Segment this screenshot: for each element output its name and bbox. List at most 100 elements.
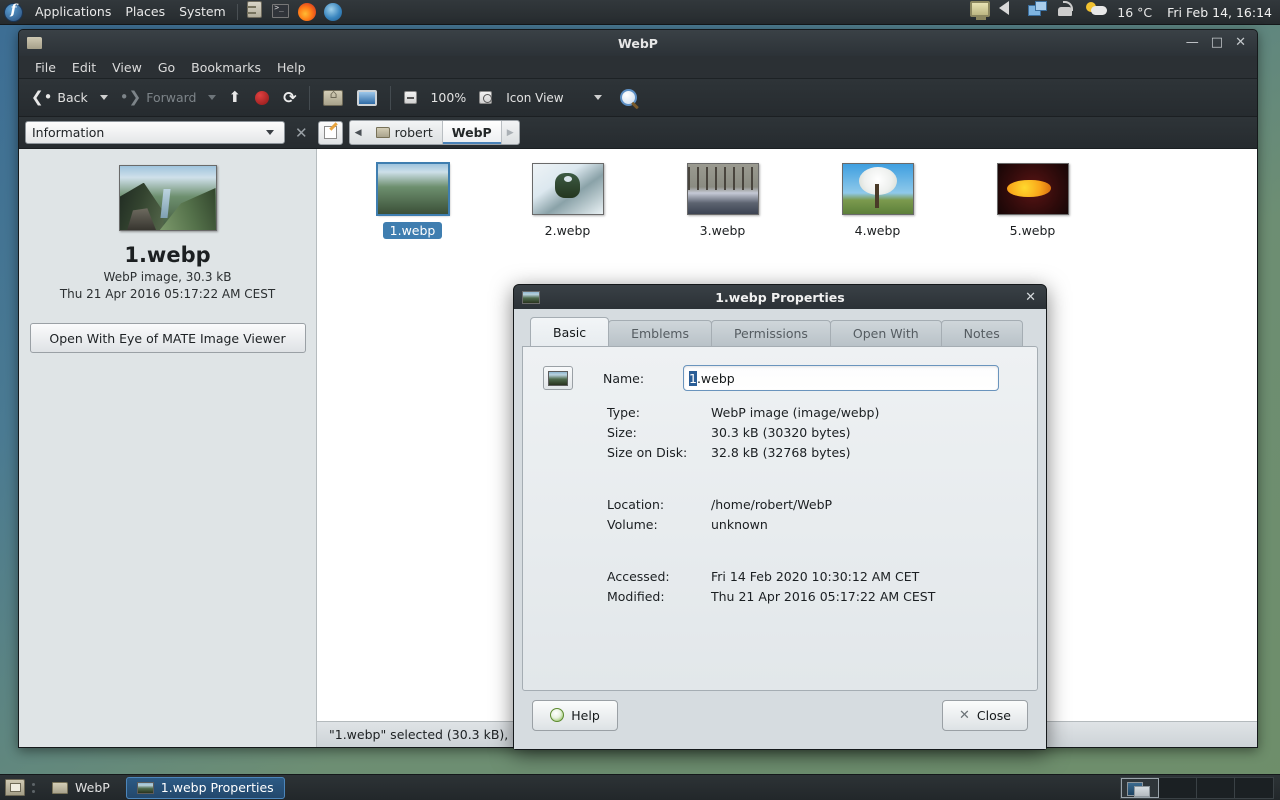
- back-arrow-icon: ❮•: [31, 88, 53, 106]
- bottom-panel: WebP 1.webp Properties: [0, 774, 1280, 800]
- breadcrumb-next-icon[interactable]: ▶: [502, 121, 519, 144]
- display-icon[interactable]: [970, 1, 992, 23]
- search-button[interactable]: [614, 85, 643, 110]
- sidebar-thumbnail: [118, 165, 217, 231]
- dialog-buttons: Help ✕ Close: [522, 691, 1038, 739]
- task-button-webp[interactable]: WebP: [42, 777, 120, 799]
- chevron-down-icon: [593, 95, 602, 100]
- zoom-level-label: 100%: [430, 90, 467, 105]
- network-icon[interactable]: [1028, 1, 1050, 23]
- close-button[interactable]: ✕: [1235, 36, 1246, 49]
- zoom-reset-button[interactable]: [473, 87, 498, 108]
- file-manager-titlebar[interactable]: WebP — □ ✕: [19, 30, 1257, 56]
- volume-value: unknown: [711, 517, 768, 532]
- close-button[interactable]: ✕ Close: [942, 699, 1028, 731]
- menu-bookmarks[interactable]: Bookmarks: [183, 58, 269, 77]
- basic-tab-panel: Name: 1 .webp Type: WebP image (image/web…: [522, 346, 1038, 691]
- location-bar: Information ✕ ◀ robert WebP ▶: [19, 117, 1257, 149]
- file-thumbnail: [841, 163, 914, 215]
- menu-go[interactable]: Go: [150, 58, 183, 77]
- dialog-tabs: Basic Emblems Permissions Open With Note…: [522, 317, 1038, 346]
- volume-icon[interactable]: [999, 1, 1021, 23]
- file-item-3[interactable]: 3.webp: [645, 163, 800, 239]
- file-item-4[interactable]: 4.webp: [800, 163, 955, 239]
- accessed-row: Accessed: Fri 14 Feb 2020 10:30:12 AM CE…: [543, 569, 1017, 584]
- edit-location-button[interactable]: [317, 120, 343, 145]
- menu-view[interactable]: View: [104, 58, 150, 77]
- task-button-properties[interactable]: 1.webp Properties: [125, 776, 285, 799]
- temperature-label[interactable]: 16 °C: [1117, 5, 1152, 20]
- workspace-2[interactable]: [1159, 777, 1197, 798]
- stop-button[interactable]: [249, 87, 275, 109]
- firefox-launcher-icon[interactable]: [296, 1, 318, 23]
- tab-open-with[interactable]: Open With: [829, 320, 942, 346]
- file-item-2[interactable]: 2.webp: [490, 163, 645, 239]
- zoom-out-button[interactable]: [398, 87, 423, 108]
- reload-button[interactable]: ⟳: [277, 87, 302, 109]
- clock-label[interactable]: Fri Feb 14, 16:14: [1167, 5, 1272, 20]
- menu-file[interactable]: File: [27, 58, 64, 77]
- forward-button[interactable]: •❯ Forward: [114, 86, 203, 109]
- menu-places[interactable]: Places: [118, 0, 172, 24]
- terminal-launcher-icon[interactable]: [270, 1, 292, 23]
- file-item-5[interactable]: 5.webp: [955, 163, 1110, 239]
- back-button[interactable]: ❮• Back: [25, 86, 94, 109]
- name-input[interactable]: 1 .webp: [683, 365, 999, 391]
- breadcrumb-item-robert[interactable]: robert: [367, 121, 442, 144]
- breadcrumb-item-webp[interactable]: WebP: [441, 121, 502, 144]
- workspace-3[interactable]: [1197, 777, 1235, 798]
- help-icon: [550, 708, 565, 722]
- name-input-selected-text: 1: [689, 370, 697, 386]
- menu-applications[interactable]: Applications: [28, 0, 118, 24]
- type-row: Type: WebP image (image/webp): [543, 405, 1017, 420]
- fedora-logo-icon[interactable]: [4, 2, 23, 22]
- menu-bar: File Edit View Go Bookmarks Help: [19, 56, 1257, 79]
- messenger-launcher-icon[interactable]: [322, 1, 344, 23]
- dialog-titlebar[interactable]: 1.webp Properties ✕: [514, 285, 1046, 309]
- view-mode-combo[interactable]: Icon View: [500, 88, 611, 108]
- weather-icon[interactable]: [1086, 1, 1110, 23]
- home-button[interactable]: [317, 86, 349, 110]
- back-dropdown-icon[interactable]: [99, 95, 108, 100]
- file-thumbnail: [996, 163, 1069, 215]
- workspace-4[interactable]: [1235, 778, 1273, 798]
- menu-help[interactable]: Help: [269, 58, 314, 77]
- location-row: Location: /home/robert/WebP: [543, 497, 1017, 512]
- modified-label: Modified:: [607, 589, 665, 604]
- file-thumbnail: [375, 162, 450, 216]
- show-desktop-icon[interactable]: [5, 779, 25, 796]
- sidebar-close-button[interactable]: ✕: [291, 124, 312, 142]
- size-label: Size:: [607, 425, 637, 440]
- menu-edit[interactable]: Edit: [64, 58, 104, 77]
- dialog-close-icon[interactable]: ✕: [1025, 290, 1046, 305]
- tab-notes[interactable]: Notes: [940, 320, 1023, 346]
- help-button[interactable]: Help: [532, 699, 618, 731]
- tab-permissions[interactable]: Permissions: [710, 320, 831, 346]
- menu-system[interactable]: System: [172, 0, 233, 24]
- type-value: WebP image (image/webp): [711, 405, 880, 420]
- location-label: Location:: [607, 497, 665, 512]
- forward-dropdown-icon[interactable]: [208, 95, 217, 100]
- file-manager-launcher-icon[interactable]: [244, 1, 266, 23]
- breadcrumb-prev-icon[interactable]: ◀: [350, 121, 367, 144]
- up-icon: ⬆: [228, 88, 242, 106]
- minimize-button[interactable]: —: [1186, 36, 1199, 49]
- workspace-switcher[interactable]: [1120, 776, 1274, 799]
- search-icon: [619, 89, 637, 106]
- computer-button[interactable]: [351, 86, 383, 110]
- open-with-eom-button[interactable]: Open With Eye of MATE Image Viewer: [29, 323, 306, 353]
- file-thumbnail: [531, 163, 604, 215]
- name-row: Name: 1 .webp: [543, 365, 1017, 391]
- location-value: /home/robert/WebP: [711, 497, 833, 512]
- file-type-icon[interactable]: [543, 366, 573, 390]
- printer-icon[interactable]: [1057, 1, 1079, 23]
- pencil-icon: [323, 126, 337, 139]
- tab-emblems[interactable]: Emblems: [608, 320, 712, 346]
- tab-basic[interactable]: Basic: [530, 317, 610, 346]
- up-button[interactable]: ⬆: [222, 87, 247, 108]
- file-item-1[interactable]: 1.webp: [335, 162, 490, 239]
- workspace-1[interactable]: [1121, 777, 1159, 798]
- maximize-button[interactable]: □: [1211, 36, 1223, 49]
- sidebar-selector-combo[interactable]: Information: [25, 121, 285, 144]
